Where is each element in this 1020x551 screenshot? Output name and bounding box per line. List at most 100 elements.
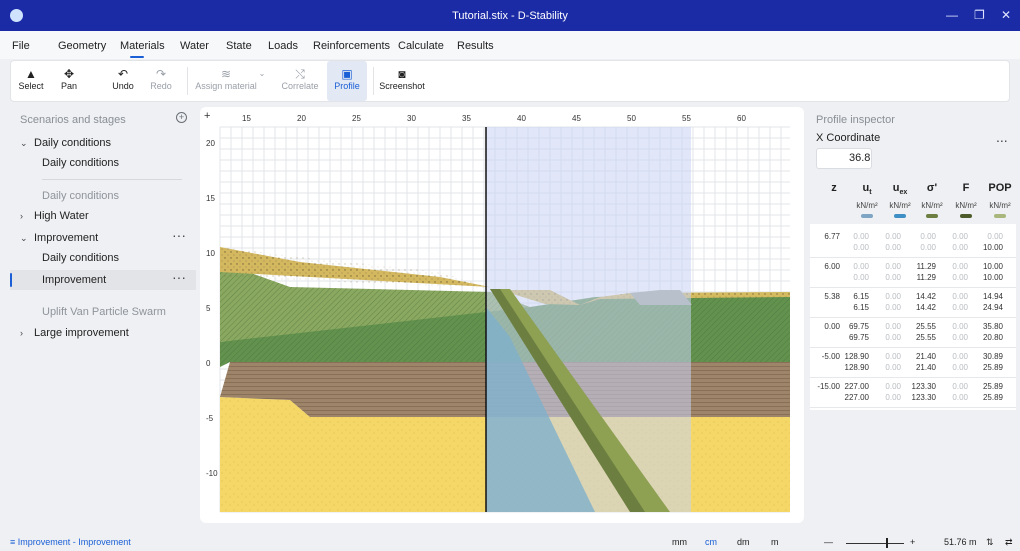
scenario-improvement[interactable]: ⌄ Improvement ···	[10, 225, 196, 248]
redo-button[interactable]: ↷ Redo	[143, 61, 179, 101]
column-unit: kN/m²	[921, 201, 943, 210]
add-scenario-icon[interactable]: +	[176, 112, 187, 123]
swap-icon[interactable]: ⇄	[1005, 537, 1013, 548]
chevron-right-icon[interactable]: ›	[20, 323, 23, 343]
stage-daily-conditions[interactable]: Daily conditions	[10, 153, 196, 173]
menu-materials[interactable]: Materials	[120, 40, 165, 52]
close-button[interactable]: ✕	[1001, 8, 1011, 22]
zoom-in-button[interactable]: +	[910, 537, 915, 547]
x-tick-label: 40	[517, 114, 526, 123]
menu-file[interactable]: File	[12, 40, 30, 52]
value-cell: 69.75	[848, 333, 869, 342]
assign-material-dropdown[interactable]: ⌄	[257, 61, 267, 101]
x-tick-label: 55	[682, 114, 691, 123]
canvas-corner-plus[interactable]: +	[204, 110, 210, 122]
table-row: 128.90 0.00 21.40 0.00 25.89	[810, 363, 1016, 374]
scenario-label: Improvement	[34, 232, 99, 244]
sort-icon[interactable]: ⇅	[986, 537, 994, 548]
more-options-icon[interactable]: ···	[172, 267, 186, 287]
column-header: σ'	[926, 182, 938, 194]
value-cell: 0.00	[885, 363, 901, 372]
zoom-slider-handle[interactable]	[886, 538, 888, 548]
correlate-icon: ⤭	[295, 67, 305, 81]
breadcrumb[interactable]: ≡ Improvement - Improvement	[10, 537, 131, 547]
stage-improvement-selected[interactable]: Improvement ···	[10, 267, 196, 290]
correlate-button[interactable]: ⤭ Correlate	[275, 61, 325, 101]
stage-improvement-daily[interactable]: Daily conditions	[10, 248, 196, 268]
value-cell: 69.75	[848, 322, 869, 331]
column-color-swatch	[960, 214, 972, 218]
table-row: 6.77 0.00 0.00 0.00 0.00 0.00	[810, 232, 1016, 243]
z-cell: -15.00	[817, 382, 840, 391]
table-row: -5.00 128.90 0.00 21.40 0.00 30.89	[810, 352, 1016, 363]
zoom-out-button[interactable]: —	[824, 537, 833, 547]
x-tick-label: 60	[737, 114, 746, 123]
stage-daily-conditions-muted[interactable]: Daily conditions	[10, 186, 196, 206]
minimize-button[interactable]: —	[946, 8, 958, 22]
zoom-slider[interactable]	[846, 543, 904, 544]
value-cell: 0.00	[885, 273, 901, 282]
unit-dm[interactable]: dm	[737, 537, 750, 547]
scenario-high-water[interactable]: › High Water	[10, 206, 196, 226]
stage-label: Daily conditions	[42, 252, 120, 264]
x-tick-label: 20	[297, 114, 306, 123]
menu-state[interactable]: State	[226, 40, 252, 52]
row-divider	[810, 287, 1016, 288]
profile-button[interactable]: ▣ Profile	[327, 61, 367, 101]
y-tick-label: 0	[206, 359, 211, 368]
column-unit: kN/m²	[889, 201, 911, 210]
value-cell: 30.89	[982, 352, 1003, 361]
more-options-icon[interactable]: ···	[172, 225, 186, 245]
x-coordinate-input[interactable]: 36.8	[816, 148, 872, 169]
more-options-icon[interactable]: ...	[996, 129, 1008, 145]
geometry-canvas[interactable]: 15 20 25 30 35 40 45 50 55 60 20 15 10 5 0 -5 -10 +	[200, 107, 804, 523]
value-cell: 123.30	[911, 393, 936, 402]
column-header: POP	[988, 182, 1012, 194]
value-cell: 0.00	[853, 262, 869, 271]
menu-loads[interactable]: Loads	[268, 40, 298, 52]
assign-material-button[interactable]: ≋ Assign material	[191, 61, 261, 101]
menu-geometry[interactable]: Geometry	[58, 40, 106, 52]
scenarios-panel: Scenarios and stages + ⌄ Daily condition…	[10, 106, 196, 526]
select-tool-button[interactable]: ▲ Select	[13, 61, 49, 101]
unit-cm[interactable]: cm	[705, 537, 717, 547]
scenario-large-improvement[interactable]: › Large improvement	[10, 323, 196, 343]
canvas-svg[interactable]: 15 20 25 30 35 40 45 50 55 60 20151050-5-10 +	[200, 107, 804, 523]
value-cell: 227.00	[844, 393, 869, 402]
menu-results[interactable]: Results	[457, 40, 494, 52]
redo-label: Redo	[150, 81, 172, 91]
stage-label: Improvement	[42, 274, 107, 286]
undo-button[interactable]: ↶ Undo	[105, 61, 141, 101]
cursor-icon: ▲	[25, 67, 37, 81]
unit-m[interactable]: m	[771, 537, 779, 547]
scenario-label: Large improvement	[34, 327, 129, 339]
y-tick-label: 15	[206, 194, 215, 203]
x-coordinate-label: X Coordinate	[816, 132, 881, 144]
profile-table: 6.77 0.00 0.00 0.00 0.00 0.00 0.00 0.00 0.00 0.00…	[810, 224, 1016, 410]
menu-water[interactable]: Water	[180, 40, 209, 52]
redo-icon: ↷	[155, 67, 167, 81]
pan-tool-button[interactable]: ✥ Pan	[51, 61, 87, 101]
chevron-down-icon[interactable]: ⌄	[20, 228, 28, 248]
menu-reinforcements[interactable]: Reinforcements	[313, 40, 390, 52]
chevron-down-icon[interactable]: ⌄	[20, 133, 28, 153]
restore-button[interactable]: ❐	[974, 8, 985, 22]
scenario-daily-conditions[interactable]: ⌄ Daily conditions	[10, 133, 196, 153]
value-cell: 0.00	[885, 262, 901, 271]
value-cell: 0.00	[885, 303, 901, 312]
value-cell: 0.00	[853, 243, 869, 252]
value-cell: 25.55	[915, 322, 936, 331]
value-cell: 35.80	[982, 322, 1003, 331]
chevron-right-icon[interactable]: ›	[20, 206, 23, 226]
value-cell: 6.15	[853, 292, 869, 301]
column-color-swatch	[894, 214, 906, 218]
pan-icon: ✥	[63, 67, 75, 81]
menu-calculate[interactable]: Calculate	[398, 40, 444, 52]
column-header: ut	[862, 182, 872, 197]
value-cell: 25.89	[982, 382, 1003, 391]
stage-uplift[interactable]: Uplift Van Particle Swarm	[10, 302, 196, 322]
screenshot-button[interactable]: ◙ Screenshot	[377, 61, 427, 101]
unit-mm[interactable]: mm	[672, 537, 687, 547]
correlate-label: Correlate	[281, 81, 319, 91]
table-row: 0.00 0.00 11.29 0.00 10.00	[810, 273, 1016, 284]
